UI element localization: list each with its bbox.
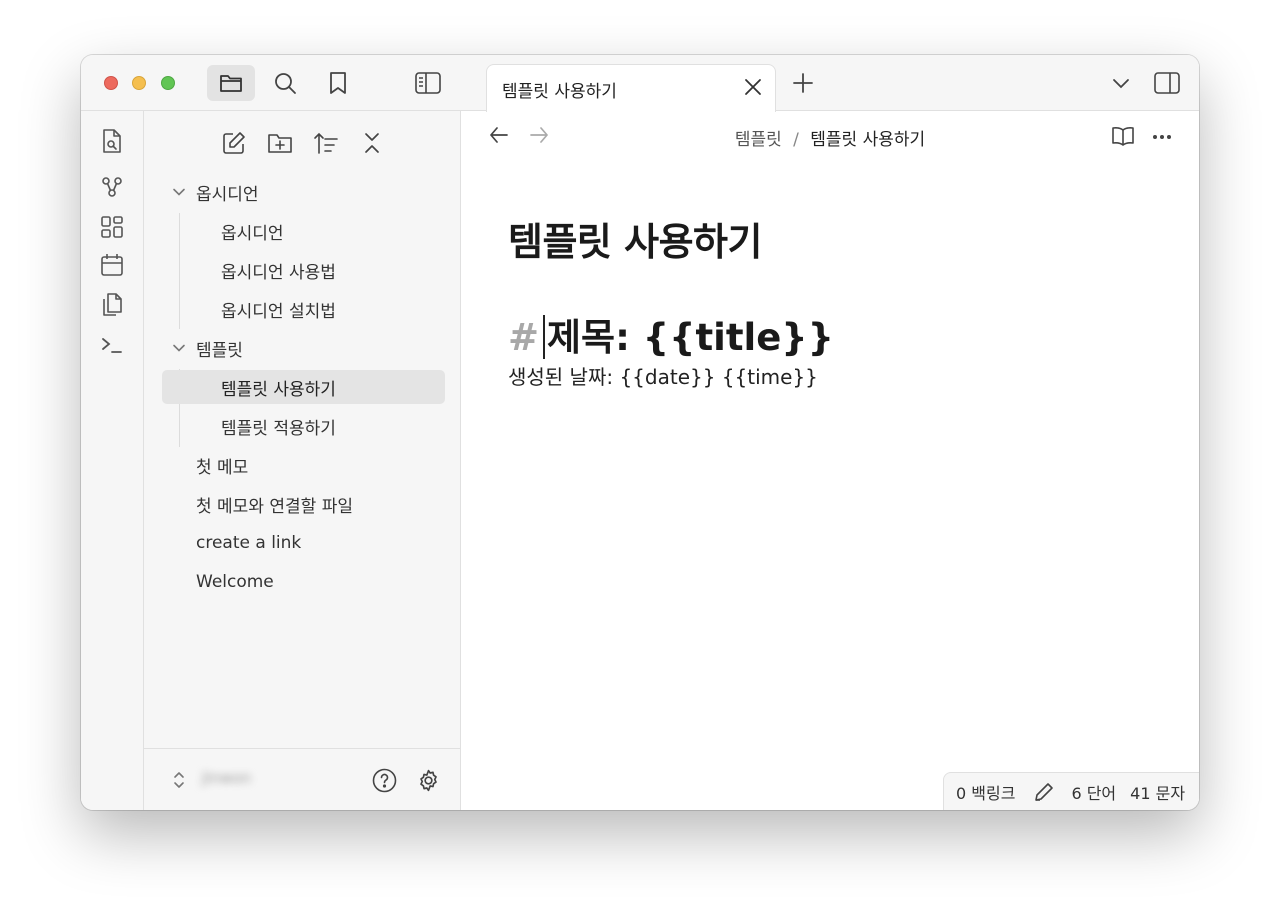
daily-note-button[interactable]	[98, 251, 126, 279]
minimize-window-button[interactable]	[132, 76, 146, 90]
tree-file-label: 첫 메모	[196, 457, 249, 478]
canvas-icon	[100, 215, 124, 239]
editor-pane: 템플릿 사용하기 템플릿 / 템플릿 사용하기 템플릿 사용하기 # 제목: {…	[461, 55, 1199, 810]
tree-file-label: 첫 메모와 연결할 파일	[196, 496, 353, 517]
bookmark-icon	[328, 71, 348, 95]
tree-file-label: 옵시디언 사용법	[221, 262, 336, 283]
templates-icon	[100, 292, 124, 318]
tree-file-item-selected[interactable]: 템플릿 사용하기	[162, 370, 445, 404]
close-window-button[interactable]	[104, 76, 118, 90]
file-explorer-tab[interactable]	[207, 65, 255, 101]
help-icon[interactable]	[372, 768, 397, 793]
tree-folder-templates[interactable]: 템플릿	[162, 331, 445, 365]
sidebar-toggle-icon	[415, 72, 441, 94]
body-paragraph[interactable]: 생성된 날짜: {{date}} {{time}}	[508, 361, 818, 390]
left-titlebar	[81, 55, 461, 111]
backlinks-count[interactable]: 0 백링크	[956, 780, 1015, 804]
edit-mode-icon[interactable]	[1033, 781, 1055, 803]
breadcrumb-folder[interactable]: 템플릿	[735, 130, 782, 150]
command-palette-button[interactable]	[98, 331, 126, 359]
word-count: 6 단어	[1071, 783, 1117, 803]
reading-view-icon[interactable]	[1111, 125, 1135, 147]
new-folder-icon	[267, 132, 293, 154]
graph-icon	[100, 175, 124, 199]
command-palette-icon	[100, 333, 124, 357]
tab-bar: 템플릿 사용하기	[461, 55, 1199, 112]
tree-folder-label: 템플릿	[196, 340, 243, 361]
graph-view-button[interactable]	[98, 173, 126, 201]
calendar-icon	[100, 253, 124, 277]
templates-button[interactable]	[98, 291, 126, 319]
tree-file-item[interactable]: Welcome	[162, 565, 445, 599]
new-folder-button[interactable]	[266, 129, 294, 157]
tree-file-item[interactable]: 옵시디언 설치법	[162, 292, 445, 326]
quick-switcher-button[interactable]	[98, 127, 126, 155]
zoom-window-button[interactable]	[161, 76, 175, 90]
left-sidebar-toggle[interactable]	[404, 65, 452, 101]
new-note-button[interactable]	[220, 129, 248, 157]
tree-file-label: create a link	[196, 533, 302, 553]
character-count: 41 문자	[1130, 783, 1186, 803]
collapse-icon	[361, 131, 383, 155]
tree-file-item[interactable]: 첫 메모	[162, 448, 445, 482]
tree-file-item[interactable]: 템플릿 적용하기	[162, 409, 445, 443]
file-explorer: 옵시디언 옵시디언 옵시디언 사용법 옵시디언 설치법 템플릿 템플릿 사용하기…	[144, 111, 461, 810]
tree-file-label: 옵시디언 설치법	[221, 301, 336, 322]
folder-icon	[219, 72, 243, 94]
tree-file-item[interactable]: create a link	[162, 526, 445, 560]
new-tab-icon[interactable]	[793, 73, 813, 93]
settings-icon[interactable]	[416, 768, 441, 793]
breadcrumb-separator: /	[793, 130, 799, 150]
tree-file-label: 템플릿 적용하기	[221, 418, 336, 439]
tab-list-chevron-icon[interactable]	[1112, 75, 1130, 91]
right-sidebar-toggle-icon[interactable]	[1154, 72, 1180, 94]
breadcrumb-current[interactable]: 템플릿 사용하기	[810, 130, 925, 150]
tree-file-label: 옵시디언	[221, 223, 284, 244]
heading-marker: #	[508, 316, 540, 359]
vault-switcher-icon[interactable]	[172, 770, 186, 790]
more-options-icon[interactable]	[1152, 134, 1172, 140]
note-title[interactable]: 템플릿 사용하기	[508, 211, 762, 266]
new-note-icon	[222, 131, 246, 155]
status-bar: 0 백링크 6 단어 41 문자	[943, 772, 1199, 810]
heading-1[interactable]: # 제목: {{title}}	[508, 307, 834, 362]
sort-button[interactable]	[312, 129, 340, 157]
breadcrumb: 템플릿 / 템플릿 사용하기	[461, 125, 1199, 150]
tree-file-item[interactable]: 옵시디언 사용법	[162, 253, 445, 287]
close-tab-icon[interactable]	[743, 77, 763, 97]
search-icon	[273, 71, 297, 95]
vault-name[interactable]: Jinwon	[202, 769, 251, 787]
tree-folder-label: 옵시디언	[196, 184, 259, 205]
search-tab[interactable]	[261, 65, 309, 101]
chevron-down-icon	[172, 341, 186, 355]
collapse-all-button[interactable]	[358, 129, 386, 157]
tree-file-label: Welcome	[196, 572, 274, 592]
bookmarks-tab[interactable]	[314, 65, 362, 101]
view-header: 템플릿 / 템플릿 사용하기	[461, 111, 1199, 163]
app-window: 옵시디언 옵시디언 옵시디언 사용법 옵시디언 설치법 템플릿 템플릿 사용하기…	[81, 55, 1199, 810]
vault-switcher-bar: Jinwon	[144, 748, 461, 810]
canvas-button[interactable]	[98, 213, 126, 241]
sort-icon	[313, 131, 339, 155]
note-content: 템플릿 사용하기	[508, 211, 762, 266]
chevron-down-icon	[172, 185, 186, 199]
tab-title: 템플릿 사용하기	[502, 82, 617, 102]
quick-switcher-icon	[101, 128, 123, 154]
tab-active[interactable]: 템플릿 사용하기	[486, 64, 776, 112]
tree-file-item[interactable]: 첫 메모와 연결할 파일	[162, 487, 445, 521]
text-cursor	[543, 314, 546, 359]
heading-text: 제목: {{title}}	[547, 316, 834, 359]
tree-file-label: 템플릿 사용하기	[221, 379, 336, 400]
ribbon	[81, 111, 144, 810]
tree-file-item[interactable]: 옵시디언	[162, 214, 445, 248]
tree-folder-obsidian[interactable]: 옵시디언	[162, 175, 445, 209]
